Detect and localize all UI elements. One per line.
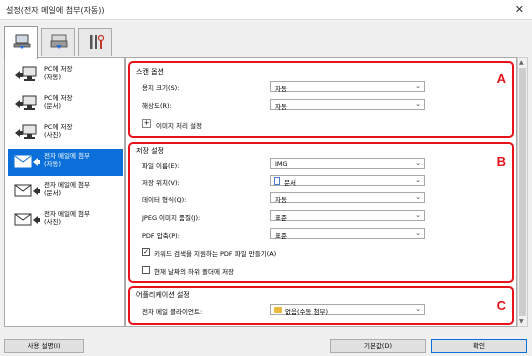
- paper-size-select[interactable]: 자동 ⌄: [270, 81, 425, 93]
- ok-button[interactable]: 확인: [431, 339, 527, 353]
- group-title: 저장 설정: [136, 147, 164, 155]
- pdf-compression-label: PDF 압축(P):: [142, 232, 180, 240]
- chevron-down-icon: ⌄: [415, 211, 421, 219]
- scan-from-computer-icon: [13, 34, 31, 49]
- save-in-select[interactable]: 문서 ⌄: [270, 175, 425, 187]
- list-item-label: 전자 메일에 첨부 (문서): [44, 181, 90, 197]
- subfolder-label: 현재 날짜의 하위 폴더에 저장: [154, 268, 235, 276]
- scroll-down-icon[interactable]: ▼: [519, 318, 524, 325]
- close-button[interactable]: ✕: [515, 3, 524, 16]
- select-value: 자동: [275, 103, 287, 111]
- defaults-button[interactable]: 기본값(D): [330, 339, 426, 353]
- chevron-down-icon: ⌄: [415, 176, 421, 184]
- chevron-down-icon: ⌄: [415, 159, 421, 167]
- resolution-select[interactable]: 자동 ⌄: [270, 99, 425, 111]
- paper-size-label: 용지 크기(S):: [142, 84, 180, 92]
- document-icon: [274, 177, 280, 185]
- keyword-search-checkbox[interactable]: ✓: [142, 248, 150, 256]
- group-marker-a: A: [496, 71, 506, 86]
- select-value: 표준: [275, 232, 287, 240]
- tab-scan-from-computer[interactable]: [4, 26, 38, 59]
- resolution-label: 해상도(R):: [142, 102, 172, 110]
- select-value: IMG: [275, 160, 288, 168]
- list-item-label: PC에 저장 (문서): [44, 94, 73, 110]
- list-item-attach-email-document[interactable]: 전자 메일에 첨부 (문서): [8, 178, 123, 205]
- select-value: 자동: [275, 196, 287, 204]
- tools-icon: [90, 34, 105, 49]
- group-marker-c: C: [496, 298, 506, 313]
- tab-scan-from-panel[interactable]: [41, 28, 75, 56]
- expand-image-processing-button[interactable]: +: [142, 119, 151, 128]
- data-format-label: 데이터 형식(Q):: [142, 196, 187, 204]
- jpeg-quality-select[interactable]: 표준 ⌄: [270, 210, 425, 222]
- attach-email-icon: [14, 213, 40, 226]
- application-settings-group: 어플리케이션 설정 C 전자 메일 클라이언트: 없음(수동 첨부) ⌄: [128, 286, 514, 325]
- chevron-down-icon: ⌄: [415, 229, 421, 237]
- image-processing-label: 이미지 처리 설정: [156, 122, 202, 130]
- save-to-pc-icon: [15, 124, 37, 139]
- list-item-save-to-pc-document[interactable]: PC에 저장 (문서): [8, 91, 123, 118]
- group-marker-b: B: [496, 154, 506, 169]
- list-item-attach-email-auto[interactable]: 전자 메일에 첨부 (자동): [8, 149, 123, 176]
- email-client-select[interactable]: 없음(수동 첨부) ⌄: [270, 304, 425, 316]
- list-item-label: PC에 저장 (자동): [44, 65, 73, 81]
- scrollbar-thumb[interactable]: [519, 68, 526, 316]
- save-settings-group: 저장 설정 B 파일 이름(E): IMG ⌄ 저장 위치(V): 문서 ⌄ 데…: [128, 142, 514, 283]
- list-item-save-to-pc-photo[interactable]: PC에 저장 (사진): [8, 120, 123, 147]
- group-title: 어플리케이션 설정: [136, 291, 190, 299]
- select-value: 자동: [275, 85, 287, 93]
- vertical-scrollbar[interactable]: ▲ ▼: [517, 57, 528, 327]
- instructions-button[interactable]: 사용 설명(I): [4, 339, 84, 353]
- save-to-pc-icon: [15, 95, 37, 110]
- title-bar: 설정(전자 메일에 첨부(자동)) ✕: [0, 0, 532, 20]
- select-value: 문서: [284, 179, 296, 187]
- data-format-select[interactable]: 자동 ⌄: [270, 192, 425, 204]
- file-name-input[interactable]: IMG ⌄: [270, 158, 425, 169]
- settings-panel: 스캔 옵션 A 용지 크기(S): 자동 ⌄ 해상도(R): 자동 ⌄ + 이미…: [125, 57, 517, 327]
- email-client-label: 전자 메일 클라이언트:: [142, 308, 203, 316]
- attach-email-icon: [14, 155, 40, 168]
- tab-general-settings[interactable]: [78, 28, 112, 56]
- select-value: 표준: [275, 214, 287, 222]
- scan-from-panel-icon: [50, 34, 68, 49]
- list-item-attach-email-photo[interactable]: 전자 메일에 첨부 (사진): [8, 207, 123, 234]
- folder-icon: [274, 307, 282, 313]
- file-name-label: 파일 이름(E):: [142, 162, 180, 170]
- scan-options-group: 스캔 옵션 A 용지 크기(S): 자동 ⌄ 해상도(R): 자동 ⌄ + 이미…: [128, 61, 514, 138]
- window-title: 설정(전자 메일에 첨부(자동)): [6, 6, 105, 15]
- jpeg-quality-label: JPEG 이미지 품질(J):: [142, 214, 201, 222]
- pdf-compression-select[interactable]: 표준 ⌄: [270, 228, 425, 240]
- scan-mode-list: PC에 저장 (자동) PC에 저장 (문서) PC에 저장 (사진) 전자 메…: [4, 57, 125, 327]
- subfolder-checkbox[interactable]: [142, 266, 150, 274]
- scroll-up-icon[interactable]: ▲: [519, 59, 524, 66]
- attach-email-icon: [14, 184, 40, 197]
- keyword-search-label: 키워드 검색을 지원하는 PDF 파일 만들기(A): [154, 250, 277, 258]
- save-in-label: 저장 위치(V):: [142, 179, 180, 187]
- save-to-pc-icon: [15, 66, 37, 81]
- chevron-down-icon: ⌄: [415, 82, 421, 90]
- list-item-label: 전자 메일에 첨부 (자동): [44, 152, 90, 168]
- group-title: 스캔 옵션: [136, 68, 164, 76]
- list-item-label: 전자 메일에 첨부 (사진): [44, 210, 90, 226]
- list-item-save-to-pc-auto[interactable]: PC에 저장 (자동): [8, 62, 123, 89]
- chevron-down-icon: ⌄: [415, 193, 421, 201]
- chevron-down-icon: ⌄: [415, 100, 421, 108]
- list-item-label: PC에 저장 (사진): [44, 123, 73, 139]
- select-value: 없음(수동 첨부): [285, 308, 329, 316]
- chevron-down-icon: ⌄: [415, 305, 421, 313]
